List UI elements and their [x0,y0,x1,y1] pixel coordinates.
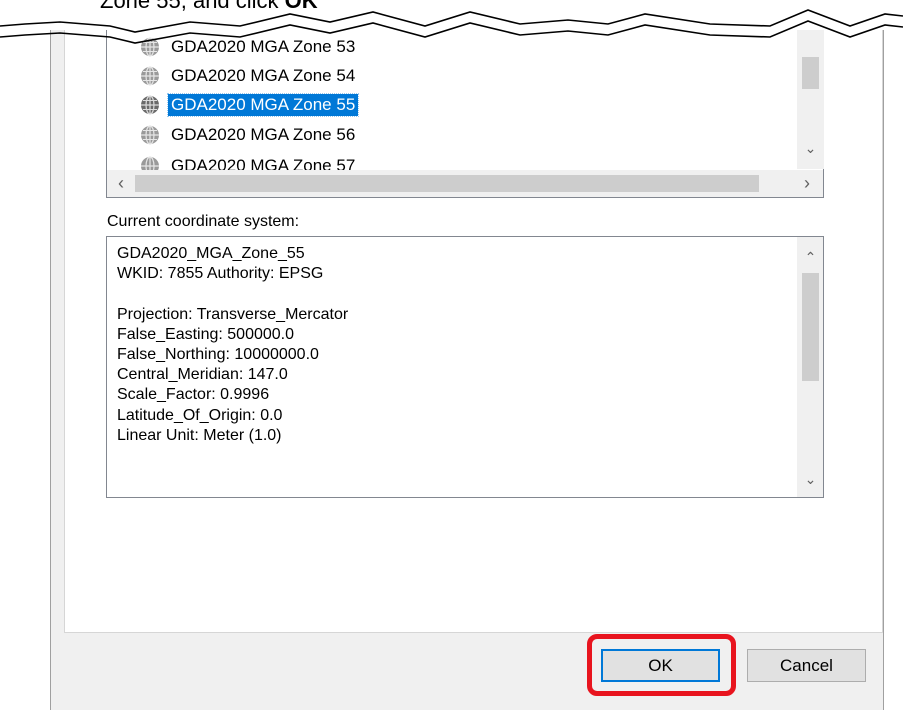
scroll-right-arrow-icon[interactable]: › [799,174,815,192]
list-horizontal-scroll-thumb[interactable] [135,175,759,192]
list-scroll-thumb[interactable] [802,57,819,89]
list-item-zone-56[interactable]: GDA2020 MGA Zone 56 [140,122,358,148]
detail-line: False_Easting: 500000.0 [117,325,295,343]
globe-icon [141,66,159,86]
globe-icon [141,125,159,145]
coordinate-details-text: GDA2020_MGA_Zone_55 WKID: 7855 Authority:… [117,244,348,446]
coordinate-details-textbox[interactable]: GDA2020_MGA_Zone_55 WKID: 7855 Authority:… [106,236,824,498]
detail-line: Latitude_Of_Origin: 0.0 [117,406,283,424]
detail-line: WKID: 7855 Authority: EPSG [117,265,324,283]
scroll-up-arrow-icon[interactable]: ⌃ [802,249,819,265]
list-item-zone-57[interactable]: GDA2020 MGA Zone 57 [140,153,358,170]
list-item-label: GDA2020 MGA Zone 56 [171,125,356,144]
details-vertical-scrollbar[interactable]: ⌃ ⌄ [797,237,823,497]
cancel-button[interactable]: Cancel [747,649,866,682]
list-horizontal-scrollbar[interactable]: ‹ › [107,170,823,197]
scroll-down-arrow-icon[interactable]: ⌄ [802,140,819,156]
scroll-left-arrow-icon[interactable]: ‹ [113,174,129,192]
current-coordinate-system-label: Current coordinate system: [107,213,300,230]
globe-icon [141,156,159,170]
instruction-emphasis: OK [284,0,318,13]
detail-line: Projection: Transverse_Mercator [117,305,349,323]
detail-line: Central_Meridian: 147.0 [117,366,288,384]
detail-line [117,284,348,304]
list-item-label: GDA2020 MGA Zone 54 [171,66,356,85]
list-item-label: GDA2020 MGA Zone 57 [171,156,356,170]
list-vertical-scrollbar[interactable]: ⌄ [797,30,824,169]
detail-line: False_Northing: 10000000.0 [117,346,319,364]
instruction-text: Zone 55, and click OK [100,0,318,14]
list-item-zone-54[interactable]: GDA2020 MGA Zone 54 [140,63,358,89]
detail-line: GDA2020_MGA_Zone_55 [117,245,305,262]
instruction-prefix: Zone 55, and click [100,0,285,13]
globe-icon [141,95,159,115]
list-item-label: GDA2020 MGA Zone 55 [166,93,360,117]
detail-line: Scale_Factor: 0.9996 [117,386,270,404]
scroll-down-arrow-icon[interactable]: ⌄ [802,471,819,487]
details-scroll-thumb[interactable] [802,273,819,381]
detail-line: Linear Unit: Meter (1.0) [117,426,282,444]
ok-highlight-annotation [587,634,736,696]
list-item-zone-55[interactable]: GDA2020 MGA Zone 55 [140,92,360,118]
